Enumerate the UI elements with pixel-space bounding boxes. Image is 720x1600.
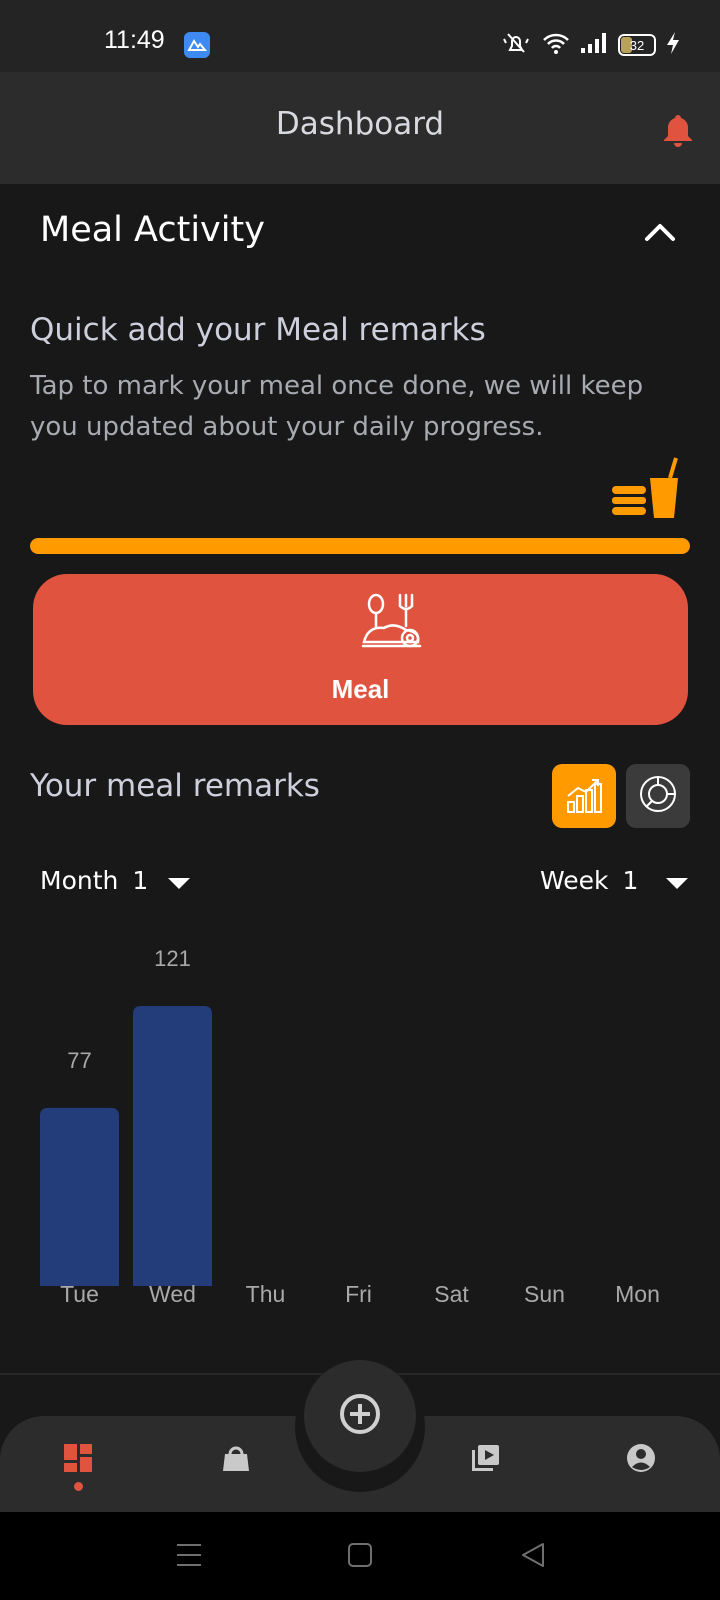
chevron-down-icon (168, 877, 191, 889)
quick-add-subtitle: Tap to mark your meal once done, we will… (30, 371, 644, 442)
month-label: Month (40, 865, 119, 895)
status-icons: 32 (500, 30, 680, 60)
section-title: Meal Activity (40, 210, 265, 250)
chart-value-label: 121 (154, 946, 191, 971)
quick-add-title: Quick add your Meal remarks (30, 312, 486, 348)
bar-chart-toggle[interactable] (552, 764, 616, 828)
account-icon (625, 1442, 657, 1478)
chart-bar-wed[interactable] (133, 1006, 212, 1286)
pie-chart-toggle[interactable] (626, 764, 690, 828)
meal-remarks-chart: 77 Tue 121 Wed Thu Fri Sat Sun Mon (40, 946, 660, 1307)
chart-bar-tue[interactable] (40, 1107, 119, 1286)
meal-button-label: Meal (331, 674, 390, 704)
week-dropdown[interactable]: Week 1 (540, 860, 689, 900)
charging-icon (666, 31, 680, 59)
month-value: 1 (132, 865, 149, 895)
meal-progress-fill (30, 538, 690, 554)
signal-icon (580, 32, 608, 58)
chevron-down-icon (666, 877, 689, 889)
meal-button[interactable]: Meal (33, 574, 688, 725)
pie-chart-icon (638, 774, 678, 818)
nav-videos[interactable] (465, 1440, 505, 1480)
menu-icon[interactable] (172, 1538, 206, 1572)
active-indicator (74, 1482, 83, 1491)
chart-tick-label: Wed (149, 1281, 196, 1307)
system-nav-bar (0, 1512, 720, 1600)
nav-shop[interactable] (216, 1440, 256, 1480)
mute-icon (500, 30, 532, 60)
meal-progress-bar (30, 538, 690, 554)
meal-plate-icon (360, 592, 424, 656)
battery-level: 32 (629, 37, 645, 53)
video-library-icon (469, 1442, 501, 1478)
app-header: Dashboard (0, 72, 720, 184)
chart-tick-label: Sun (524, 1281, 565, 1307)
status-time: 11:49 (104, 26, 165, 54)
bar-chart-icon (564, 774, 604, 818)
page-title: Dashboard (275, 106, 445, 142)
month-dropdown[interactable]: Month 1 (40, 860, 191, 900)
nav-profile[interactable] (621, 1440, 661, 1480)
chart-tick-label: Thu (246, 1281, 286, 1307)
nav-dashboard[interactable] (58, 1440, 98, 1480)
week-value: 1 (622, 865, 639, 895)
battery-icon: 32 (618, 34, 656, 56)
status-bar: 11:49 32 (0, 0, 720, 72)
week-label: Week (540, 865, 609, 895)
bell-icon[interactable] (662, 112, 694, 148)
add-button[interactable] (304, 1360, 416, 1472)
back-icon[interactable] (516, 1538, 550, 1572)
dashboard-icon (62, 1442, 94, 1478)
add-circle-icon (338, 1392, 382, 1440)
burger-drink-icon (610, 456, 684, 520)
remarks-title: Your meal remarks (30, 768, 320, 804)
chart-tick-label: Tue (60, 1281, 99, 1307)
chart-tick-label: Sat (434, 1281, 469, 1307)
chart-tick-label: Fri (345, 1281, 372, 1307)
meal-activity-header[interactable]: Meal Activity (0, 184, 720, 284)
chart-value-label: 77 (67, 1048, 91, 1073)
chevron-up-icon[interactable] (636, 210, 684, 254)
home-icon[interactable] (343, 1538, 377, 1572)
wifi-icon (542, 31, 570, 59)
chart-tick-label: Mon (615, 1281, 660, 1307)
shopping-bag-icon (221, 1443, 251, 1477)
app-notification-icon (184, 32, 210, 58)
